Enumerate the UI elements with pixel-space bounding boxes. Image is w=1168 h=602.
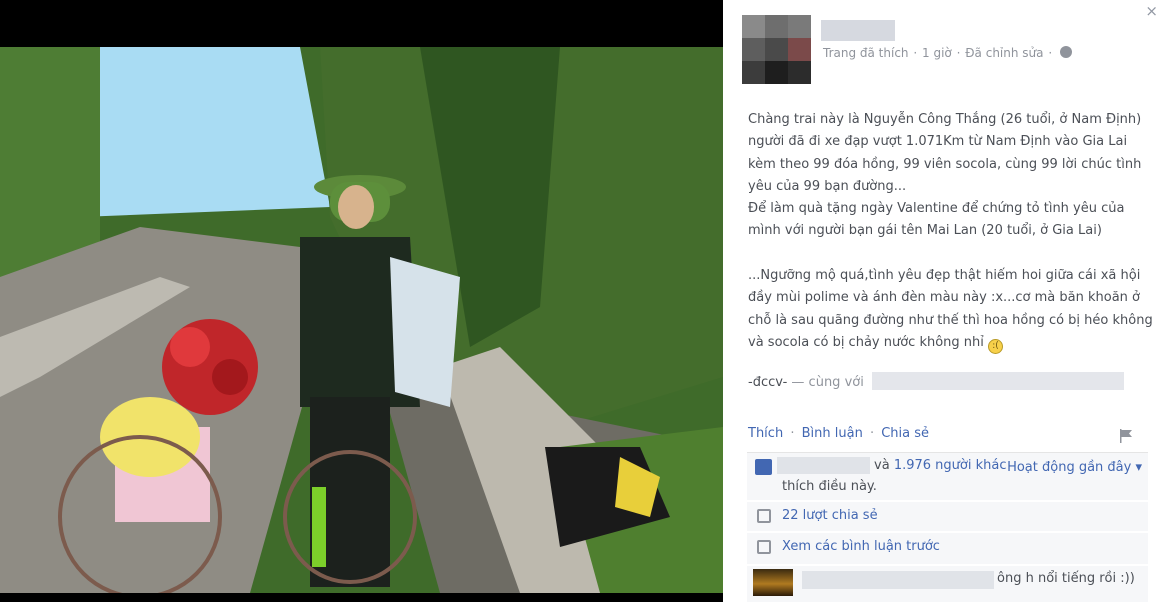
share-icon xyxy=(757,509,771,523)
liker-names-blurred[interactable] xyxy=(777,457,870,474)
globe-icon[interactable] xyxy=(1059,46,1072,58)
comment-item: ông h nổi tiếng rồi :)) xyxy=(747,566,1148,602)
liked-page-label[interactable]: Trang đã thích xyxy=(823,46,909,60)
with-label: — cùng với xyxy=(791,375,864,390)
likes-summary: và 1.976 người khác thích điều này. Hoạt… xyxy=(747,452,1148,500)
view-previous-comments-link[interactable]: Xem các bình luận trước xyxy=(782,539,940,554)
timestamp[interactable]: 1 giờ xyxy=(922,46,952,60)
flag-icon[interactable] xyxy=(1118,428,1134,444)
photo-pane xyxy=(0,0,723,602)
author-name-blurred[interactable] xyxy=(821,20,895,41)
comment-text: ông h nổi tiếng rồi :)) xyxy=(997,571,1135,586)
commenter-avatar[interactable] xyxy=(753,569,793,596)
post-actions: Thích · Bình luận · Chia sẻ xyxy=(748,426,930,441)
post-side-panel: × Trang đã thích · 1 giờ · Đã chỉnh sửa … xyxy=(723,0,1168,602)
post-meta: Trang đã thích · 1 giờ · Đã chỉnh sửa · xyxy=(823,46,1073,60)
post-photo[interactable] xyxy=(0,47,723,593)
post-paragraph-2: Để làm quà tặng ngày Valentine để chứng … xyxy=(748,201,1129,239)
post-paragraph-1: Chàng trai này là Nguyễn Công Thắng (26 … xyxy=(748,112,1146,194)
likes-suffix: thích điều này. xyxy=(782,479,877,494)
recent-activity-dropdown[interactable]: Hoạt động gần đây ▾ xyxy=(1007,460,1142,475)
shares-count-link[interactable]: 22 lượt chia sẻ xyxy=(782,508,878,523)
previous-comments-row[interactable]: Xem các bình luận trước xyxy=(747,533,1148,564)
post-paragraph-3: ...Ngưỡng mộ quá,tình yêu đẹp thật hiếm … xyxy=(748,265,1153,354)
comment-link[interactable]: Bình luận xyxy=(802,426,863,441)
others-link[interactable]: 1.976 người khác xyxy=(894,458,1007,473)
close-icon[interactable]: × xyxy=(1145,2,1158,20)
photo-illustration xyxy=(0,47,723,593)
share-link[interactable]: Chia sẻ xyxy=(881,426,929,441)
tagged-people-blurred[interactable] xyxy=(871,372,1124,390)
comment-bubble-icon xyxy=(757,540,771,554)
edited-label[interactable]: Đã chỉnh sửa xyxy=(965,46,1043,60)
frown-emoji-icon: :( xyxy=(988,338,1004,354)
photo-viewer: × Trang đã thích · 1 giờ · Đã chỉnh sửa … xyxy=(0,0,1168,602)
like-link[interactable]: Thích xyxy=(748,426,783,441)
commenter-name-blurred[interactable] xyxy=(802,571,994,589)
signature: -đccv- xyxy=(748,375,788,390)
shares-row[interactable]: 22 lượt chia sẻ xyxy=(747,502,1148,531)
tag-line: -đccv- — cùng với xyxy=(748,372,1124,390)
post-body: Chàng trai này là Nguyễn Công Thắng (26 … xyxy=(748,109,1153,354)
avatar[interactable] xyxy=(742,15,811,84)
thumbs-up-icon xyxy=(755,459,772,475)
